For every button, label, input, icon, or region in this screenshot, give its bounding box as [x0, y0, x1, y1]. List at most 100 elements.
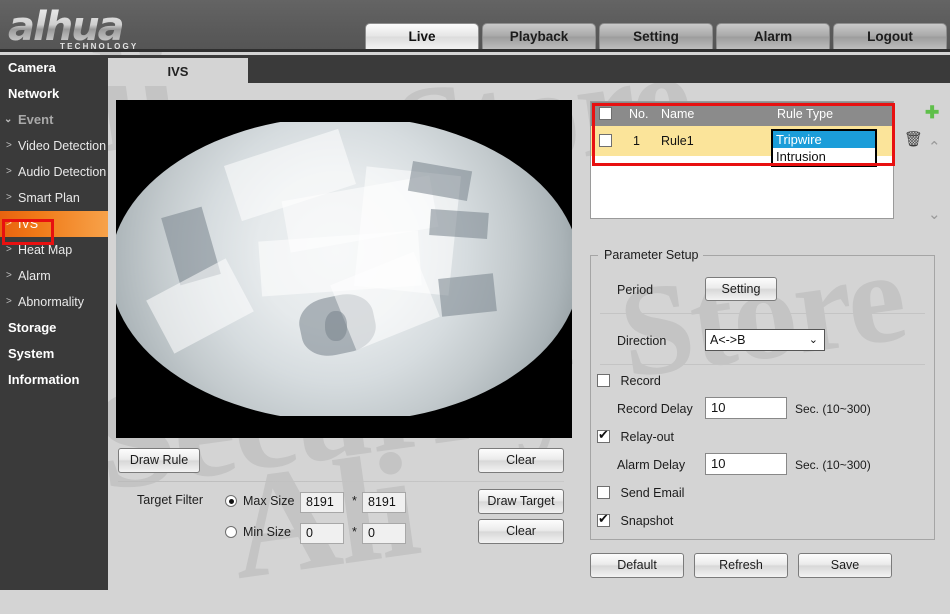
draw-rule-button[interactable]: Draw Rule — [118, 448, 200, 473]
alarm-delay-input[interactable]: 10 — [705, 453, 787, 475]
video-letterbox-top — [116, 100, 572, 122]
sidebar-item-ivs[interactable]: > IVS — [0, 211, 108, 237]
record-checkbox-row[interactable]: Record — [597, 374, 661, 390]
column-header-name: Name — [661, 102, 694, 126]
fieldset-border-left — [590, 255, 598, 256]
tab-live[interactable]: Live — [365, 23, 479, 49]
sidebar-item-camera[interactable]: Camera — [0, 55, 108, 81]
direction-label: Direction — [617, 334, 666, 348]
row-checkbox[interactable] — [599, 134, 612, 147]
column-header-rule-type: Rule Type — [777, 102, 833, 126]
sidebar-item-storage[interactable]: Storage — [0, 315, 108, 341]
sidebar-item-label: Camera — [8, 60, 56, 75]
sidebar-item-heat-map[interactable]: > Heat Map — [0, 237, 108, 263]
sidebar-item-network[interactable]: Network — [0, 81, 108, 107]
video-preview[interactable] — [116, 100, 572, 438]
min-size-label: Min Size — [243, 525, 291, 539]
sidebar-item-audio-detection[interactable]: > Audio Detection — [0, 159, 108, 185]
rules-table-header: No. Name Rule Type — [591, 102, 893, 126]
relay-out-checkbox[interactable] — [597, 430, 610, 443]
clear-rule-button[interactable]: Clear — [478, 448, 564, 473]
tab-alarm[interactable]: Alarm — [716, 23, 830, 49]
snapshot-label: Snapshot — [620, 514, 673, 528]
chevron-right-icon: > — [6, 133, 12, 159]
divider — [600, 364, 925, 365]
max-size-label: Max Size — [243, 494, 294, 508]
scroll-up-icon[interactable]: ⌃ — [928, 138, 941, 156]
tab-playback[interactable]: Playback — [482, 23, 596, 49]
snapshot-checkbox[interactable] — [597, 514, 610, 527]
sidebar-item-label: Smart Plan — [18, 191, 80, 205]
radio-max-size[interactable] — [225, 495, 237, 507]
send-email-label: Send Email — [620, 486, 684, 500]
fisheye-image — [116, 116, 572, 422]
tab-setting[interactable]: Setting — [599, 23, 713, 49]
logo-tagline: TECHNOLOGY — [60, 42, 138, 51]
refresh-button[interactable]: Refresh — [694, 553, 788, 578]
send-email-checkbox[interactable] — [597, 486, 610, 499]
sidebar-item-event[interactable]: ⌄ Event — [0, 107, 108, 133]
radio-min-size[interactable] — [225, 526, 237, 538]
record-delay-unit: Sec. (10~300) — [795, 402, 871, 416]
rule-type-dropdown[interactable]: Tripwire Intrusion — [771, 129, 877, 167]
sidebar-item-label: Alarm — [18, 269, 51, 283]
parameter-setup-title: Parameter Setup — [600, 248, 703, 262]
period-label: Period — [617, 283, 653, 297]
delete-rule-icon[interactable]: 🗑 — [904, 130, 923, 148]
tab-logout[interactable]: Logout — [833, 23, 947, 49]
record-delay-label: Record Delay — [617, 402, 693, 416]
chevron-right-icon: > — [6, 237, 12, 263]
max-height-input[interactable]: 8191 — [362, 492, 406, 513]
add-rule-icon[interactable]: ✚ — [925, 104, 939, 121]
sidebar-item-abnormality[interactable]: > Abnormality — [0, 289, 108, 315]
draw-target-button[interactable]: Draw Target — [478, 489, 564, 514]
direction-select[interactable]: A<->B ⌄ — [705, 329, 825, 351]
sidebar-item-label: Information — [8, 372, 80, 387]
snapshot-checkbox-row[interactable]: Snapshot — [597, 514, 673, 530]
sidebar-item-information[interactable]: Information — [0, 367, 108, 393]
min-size-radio-row[interactable]: Min Size — [225, 525, 291, 539]
min-height-input[interactable]: 0 — [362, 523, 406, 544]
chevron-down-icon: ⌄ — [809, 330, 818, 350]
sidebar-item-video-detection[interactable]: > Video Detection — [0, 133, 108, 159]
alarm-delay-label: Alarm Delay — [617, 458, 685, 472]
cell-no: 1 — [633, 126, 640, 156]
dropdown-option-selected[interactable]: Tripwire — [773, 131, 875, 148]
max-width-input[interactable]: 8191 — [300, 492, 344, 513]
sidebar-item-label: Network — [8, 86, 59, 101]
sidebar-item-label: Abnormality — [18, 295, 84, 309]
sidebar-item-label: Event — [18, 112, 53, 127]
record-checkbox[interactable] — [597, 374, 610, 387]
sidebar-item-alarm[interactable]: > Alarm — [0, 263, 108, 289]
sidebar-item-system[interactable]: System — [0, 341, 108, 367]
app-header: alhua TECHNOLOGY Live Playback Setting A… — [0, 0, 950, 52]
min-width-input[interactable]: 0 — [300, 523, 344, 544]
max-size-radio-row[interactable]: Max Size — [225, 494, 294, 508]
tab-ivs[interactable]: IVS — [108, 58, 248, 86]
multiply-symbol: * — [352, 494, 357, 508]
save-button[interactable]: Save — [798, 553, 892, 578]
record-delay-input[interactable]: 10 — [705, 397, 787, 419]
scroll-down-icon[interactable]: ⌄ — [928, 205, 941, 223]
ivs-settings-page: Ali Store Security Store Ali alhua TECHN… — [0, 0, 950, 590]
relay-out-label: Relay-out — [620, 430, 674, 444]
main-nav-tabs: Live Playback Setting Alarm Logout — [365, 23, 947, 49]
send-email-checkbox-row[interactable]: Send Email — [597, 486, 684, 502]
dropdown-option-intrusion[interactable]: Intrusion — [773, 148, 875, 165]
sidebar-item-label: Storage — [8, 320, 56, 335]
chevron-down-icon: ⌄ — [4, 107, 12, 133]
select-all-checkbox[interactable] — [599, 107, 612, 120]
sidebar-item-label: IVS — [18, 217, 38, 231]
default-button[interactable]: Default — [590, 553, 684, 578]
footer-actions: Default Refresh Save — [590, 553, 892, 578]
chevron-right-icon: > — [6, 159, 12, 185]
relay-out-checkbox-row[interactable]: Relay-out — [597, 430, 674, 446]
alarm-delay-unit: Sec. (10~300) — [795, 458, 871, 472]
target-filter-label: Target Filter — [137, 493, 203, 507]
sidebar-item-label: Heat Map — [18, 243, 72, 257]
sidebar-item-smart-plan[interactable]: > Smart Plan — [0, 185, 108, 211]
clear-target-button[interactable]: Clear — [478, 519, 564, 544]
chevron-right-icon: > — [6, 289, 12, 315]
period-setting-button[interactable]: Setting — [705, 277, 777, 301]
rules-table: No. Name Rule Type 1 Rule1 Tripwire Intr… — [590, 101, 894, 219]
